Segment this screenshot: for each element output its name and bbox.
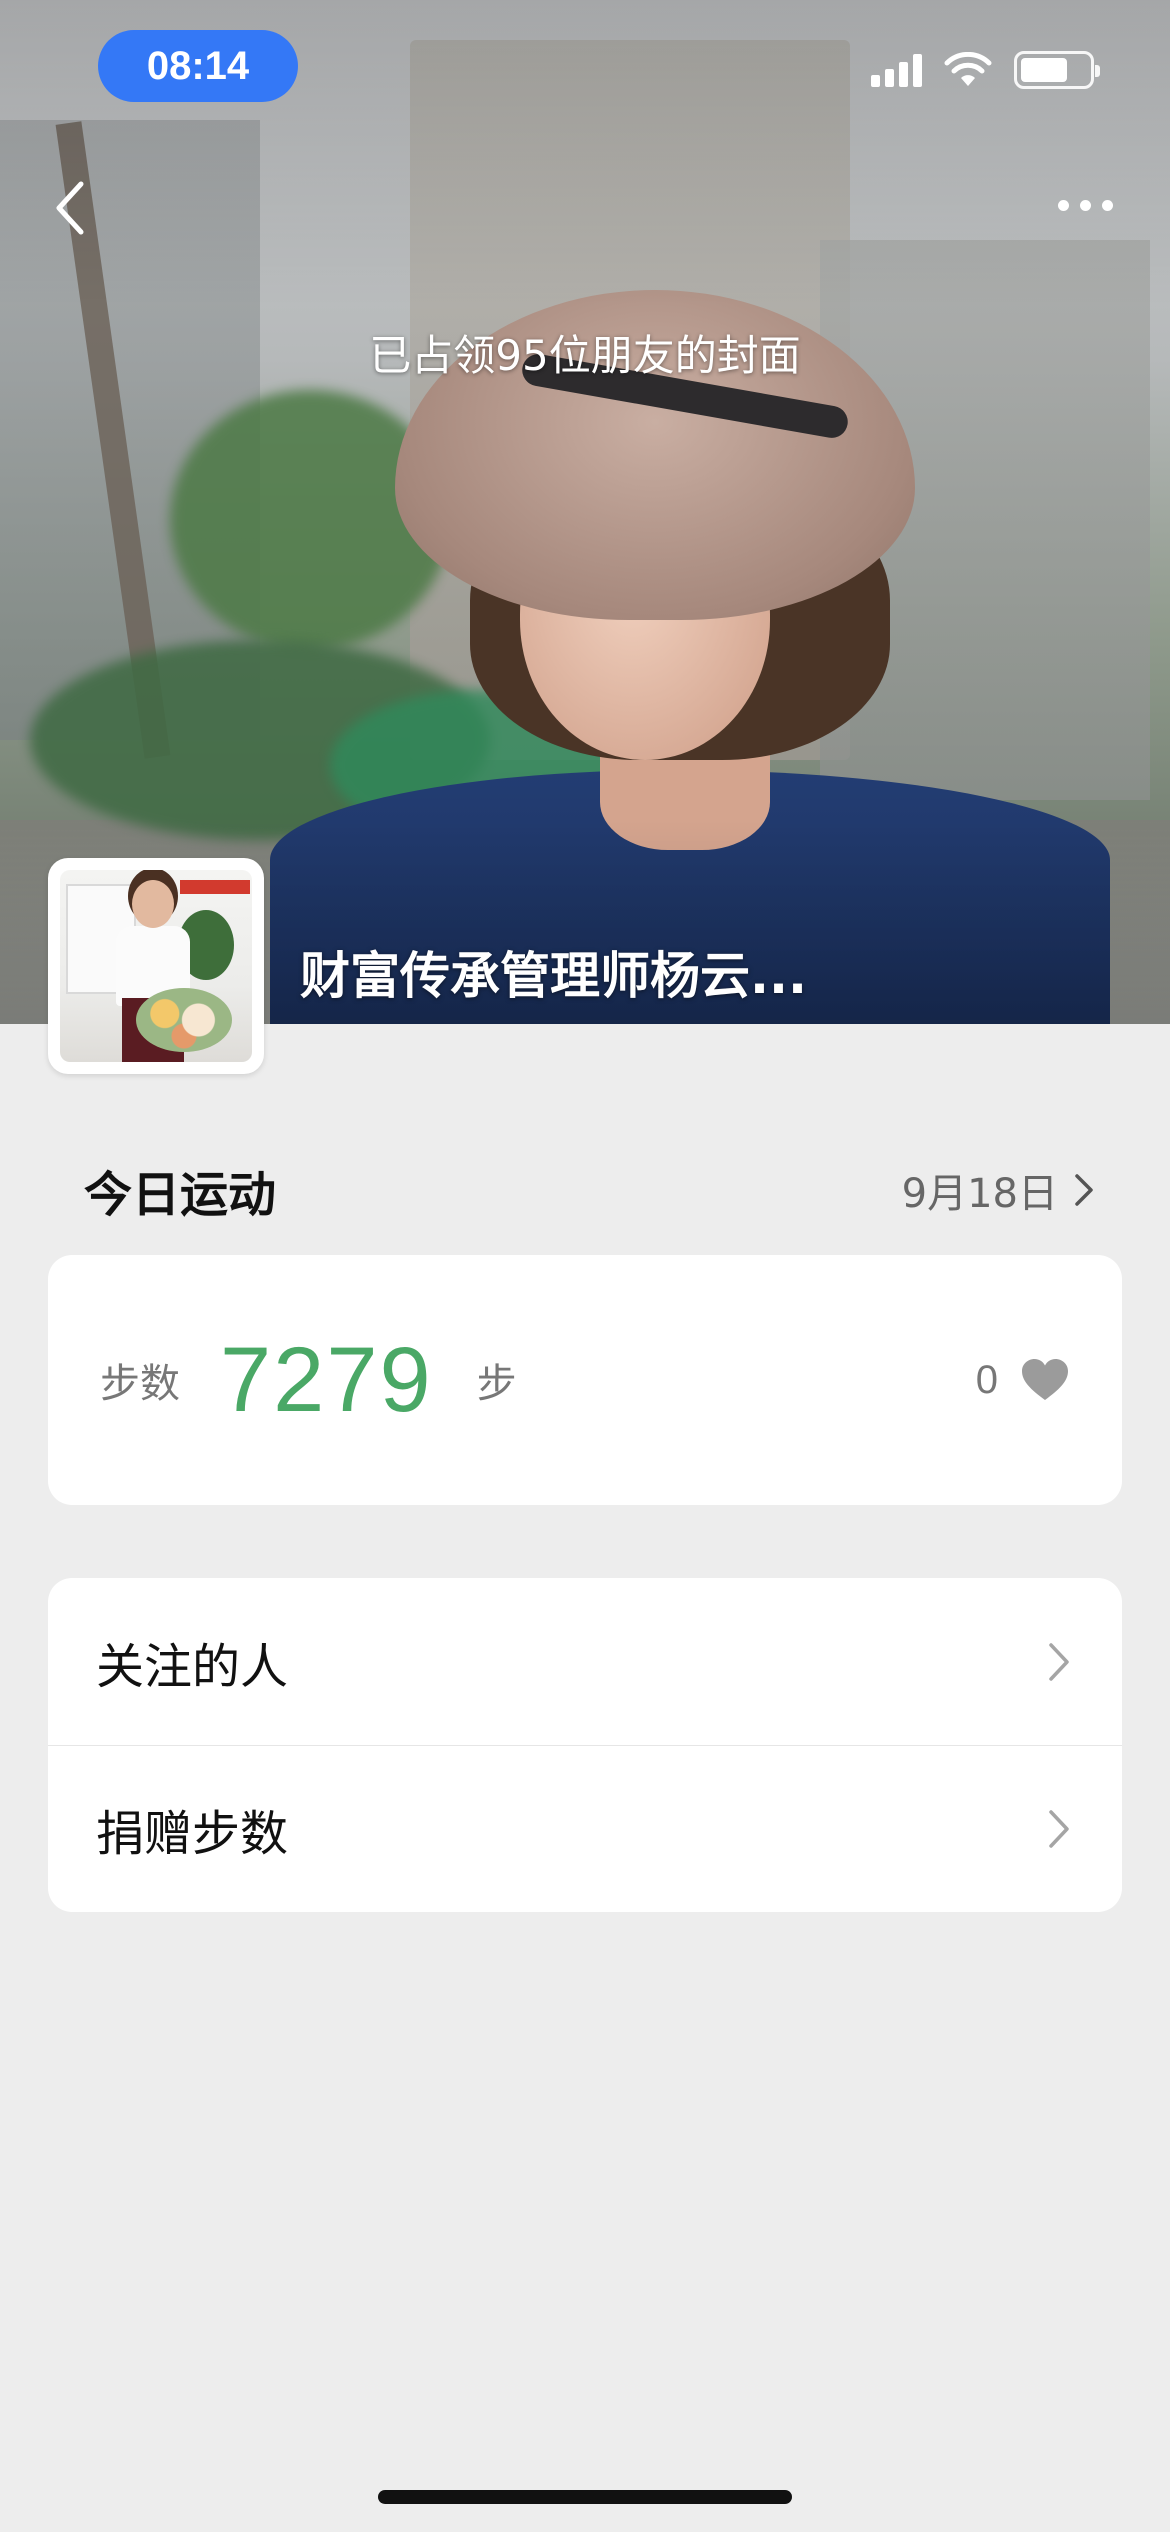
like-button[interactable]: 0: [976, 1358, 1070, 1403]
back-icon: [56, 181, 84, 235]
more-icon: [1057, 199, 1069, 211]
menu-item-donate-steps[interactable]: 捐赠步数: [48, 1745, 1122, 1912]
menu-list: 关注的人 捐赠步数: [48, 1578, 1122, 1912]
menu-item-label: 捐赠步数: [96, 1806, 289, 1862]
signal-icon: [871, 53, 922, 87]
chevron-right-icon: [1075, 1174, 1093, 1206]
avatar[interactable]: [48, 858, 264, 1074]
section-title: 今日运动: [84, 1167, 277, 1223]
steps-label: 步数: [100, 1361, 180, 1407]
date-label: 9月18日: [901, 1171, 1058, 1217]
steps-card[interactable]: 步数 7279 步 0: [48, 1255, 1122, 1505]
user-name: 财富传承管理师杨云...: [300, 947, 807, 1005]
back-button[interactable]: [40, 168, 100, 248]
cover-ranking-note: 已占领95位朋友的封面: [369, 331, 801, 380]
steps-value: 7279: [220, 1328, 433, 1431]
wifi-icon: [944, 52, 992, 86]
menu-item-label: 关注的人: [96, 1638, 289, 1695]
date-selector[interactable]: 9月18日: [902, 1161, 1094, 1219]
home-indicator[interactable]: [378, 2490, 792, 2504]
today-header: 今日运动 9月18日: [84, 1150, 1094, 1230]
chevron-right-icon: [1049, 1810, 1069, 1848]
more-button[interactable]: [1040, 180, 1130, 230]
status-time: 08:14: [98, 30, 298, 102]
chevron-right-icon: [1049, 1642, 1069, 1681]
heart-icon: [1022, 1359, 1068, 1400]
like-count: 0: [975, 1357, 998, 1402]
steps-unit: 步: [476, 1361, 517, 1407]
battery-icon: [1014, 51, 1100, 89]
menu-item-following[interactable]: 关注的人: [48, 1578, 1122, 1745]
status-icons: [871, 51, 1100, 89]
